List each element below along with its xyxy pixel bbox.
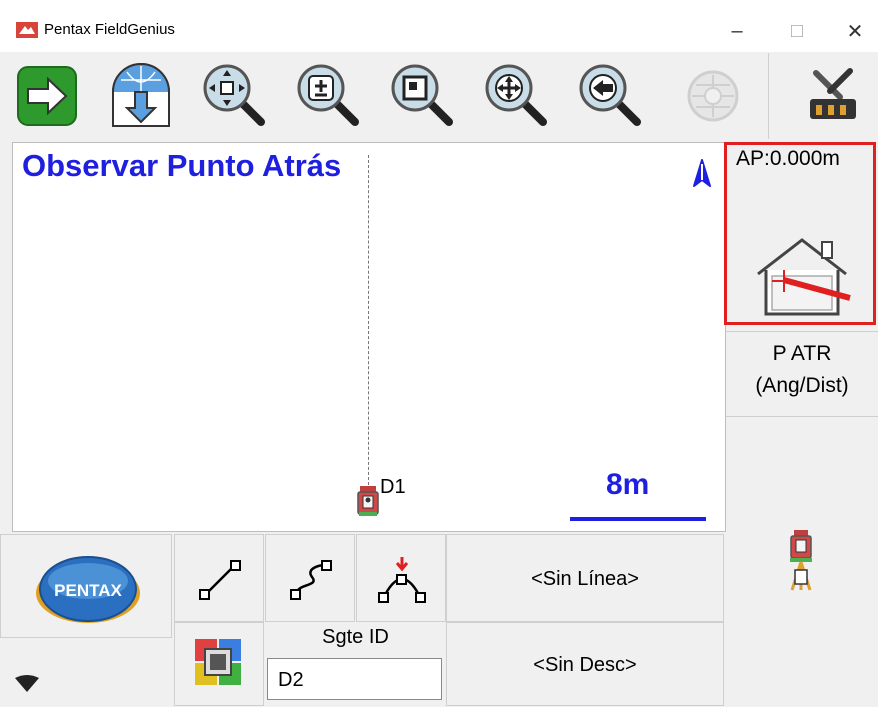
- draw-line-button[interactable]: [174, 534, 264, 622]
- house-target-icon: [757, 238, 851, 316]
- pentax-menu-button[interactable]: PENTAX: [0, 534, 172, 638]
- backsight-direction-line: [368, 155, 369, 490]
- zoom-previous-button[interactable]: [564, 53, 659, 139]
- line-tool-icon: [199, 560, 241, 600]
- globe-download-icon: [112, 63, 170, 127]
- measure-mode-line1: P ATR: [772, 342, 832, 365]
- tools-settings-button[interactable]: [788, 53, 878, 139]
- instrument-station-icon[interactable]: [356, 484, 380, 518]
- zoom-window-button[interactable]: [376, 53, 471, 139]
- measure-mode-line2: (Ang/Dist): [755, 374, 849, 397]
- close-button[interactable]: ✕: [832, 12, 878, 50]
- window-title: Pentax FieldGenius: [44, 21, 175, 38]
- scale-label: 8m: [606, 468, 650, 501]
- point-label: D1: [380, 476, 406, 498]
- arc-point-icon: [378, 557, 426, 603]
- line-selector-button[interactable]: <Sin Línea>: [446, 534, 724, 622]
- minimize-button[interactable]: –: [714, 12, 760, 50]
- expand-menu-triangle-icon[interactable]: [14, 674, 40, 694]
- tools-settings-icon: [810, 68, 856, 119]
- pentax-logo-text: PENTAX: [54, 581, 122, 600]
- zoom-extents-icon: [203, 64, 265, 126]
- draw-curve-button[interactable]: [265, 534, 355, 622]
- zoom-in-out-icon: [297, 64, 359, 126]
- scale-bar: [570, 517, 706, 521]
- maximize-button[interactable]: □: [774, 12, 820, 50]
- layers-icon: [195, 639, 241, 685]
- next-id-input[interactable]: D2: [267, 658, 442, 700]
- globe-disabled-icon: [687, 70, 739, 122]
- curve-tool-icon: [290, 560, 332, 600]
- north-arrow-icon: [693, 159, 711, 187]
- zoom-window-icon: [391, 64, 453, 126]
- zoom-in-out-button[interactable]: [282, 53, 377, 139]
- map-title: Observar Punto Atrás: [22, 148, 342, 183]
- zoom-extents-button[interactable]: [188, 53, 283, 139]
- forward-button[interactable]: [0, 53, 95, 139]
- next-id-label: Sgte ID: [322, 626, 389, 648]
- description-selector-button[interactable]: <Sin Desc>: [446, 622, 724, 706]
- total-station-icon[interactable]: [786, 528, 816, 598]
- layers-button[interactable]: [174, 622, 264, 706]
- arc-tool-button[interactable]: [356, 534, 446, 622]
- ap-label: AP:0.000m: [736, 147, 840, 170]
- app-logo-icon: [16, 22, 38, 38]
- pan-button[interactable]: [470, 53, 565, 139]
- pan-icon: [485, 64, 547, 126]
- zoom-previous-icon: [579, 64, 641, 126]
- forward-arrow-icon: [17, 66, 77, 126]
- globe-download-button[interactable]: [94, 53, 189, 139]
- globe-disabled-button[interactable]: [658, 53, 769, 139]
